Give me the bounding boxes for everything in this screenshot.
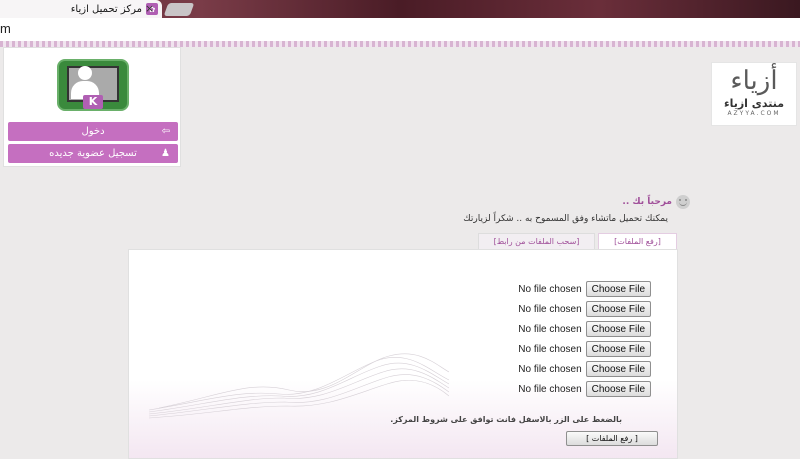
upload-submit-button[interactable]: [ رفع الملفات ] xyxy=(566,431,658,446)
login-label: دخول xyxy=(81,126,105,137)
tab-fetch-from-link[interactable]: [سحب الملفات من رابط] xyxy=(478,233,595,249)
login-arrow-icon: ⇦ xyxy=(161,126,170,137)
file-input-3[interactable]: No file chosen Choose File xyxy=(518,321,651,337)
file-input-6[interactable]: No file chosen Choose File xyxy=(518,381,651,397)
instructions-text: يمكنك تحميل ماتشاء وفق المسموح به .. شكر… xyxy=(463,214,668,224)
address-bar[interactable]: m xyxy=(0,18,800,42)
choose-file-button[interactable]: Choose File xyxy=(585,321,651,337)
logo-name: منتدى ازياء xyxy=(723,97,785,110)
login-button[interactable]: دخول ⇦ xyxy=(8,122,178,141)
file-input-4[interactable]: No file chosen Choose File xyxy=(518,341,651,357)
avatar-badge-icon: K xyxy=(83,95,103,109)
user-add-icon: ♟ xyxy=(161,148,170,159)
welcome-text: مرحباً بك .. xyxy=(622,197,672,207)
file-input-2[interactable]: No file chosen Choose File xyxy=(518,301,651,317)
welcome-line: مرحباً بك .. xyxy=(622,195,690,209)
register-label: تسجيل عضوية جديده xyxy=(49,148,137,159)
browser-tab[interactable]: ✿ مركز تحميل ازياء xyxy=(0,0,162,18)
avatar: K xyxy=(57,59,129,111)
browser-tab-title: مركز تحميل ازياء xyxy=(70,3,142,15)
tab-upload-files[interactable]: [رفع الملفات] xyxy=(598,233,677,250)
decorative-wave xyxy=(149,353,449,419)
file-input-1[interactable]: No file chosen Choose File xyxy=(518,281,651,297)
upload-panel: No file chosen Choose File No file chose… xyxy=(128,249,678,459)
url-text[interactable]: m xyxy=(0,21,11,36)
user-panel: K دخول ⇦ تسجيل عضوية جديده ♟ xyxy=(3,47,181,167)
file-status: No file chosen xyxy=(518,363,582,375)
logo-domain: AZYYA.COM xyxy=(727,110,781,117)
choose-file-button[interactable]: Choose File xyxy=(585,381,651,397)
file-status: No file chosen xyxy=(518,283,582,295)
browser-tab-strip: ✿ مركز تحميل ازياء × xyxy=(0,0,800,18)
file-status: No file chosen xyxy=(518,343,582,355)
new-tab-button[interactable] xyxy=(163,3,195,16)
choose-file-button[interactable]: Choose File xyxy=(585,341,651,357)
choose-file-button[interactable]: Choose File xyxy=(585,281,651,297)
file-input-5[interactable]: No file chosen Choose File xyxy=(518,361,651,377)
choose-file-button[interactable]: Choose File xyxy=(585,361,651,377)
register-button[interactable]: تسجيل عضوية جديده ♟ xyxy=(8,144,178,163)
smile-icon xyxy=(676,195,690,209)
close-tab-icon[interactable]: × xyxy=(145,2,154,15)
file-status: No file chosen xyxy=(518,303,582,315)
choose-file-button[interactable]: Choose File xyxy=(585,301,651,317)
avatar-head xyxy=(78,66,92,80)
site-logo[interactable]: أزياء منتدى ازياء AZYYA.COM xyxy=(711,62,797,126)
terms-agreement-text: بالضغط على الزر بالاسفل فانت توافق على ش… xyxy=(390,415,622,424)
logo-mark: أزياء xyxy=(730,66,778,96)
file-status: No file chosen xyxy=(518,323,582,335)
file-status: No file chosen xyxy=(518,383,582,395)
